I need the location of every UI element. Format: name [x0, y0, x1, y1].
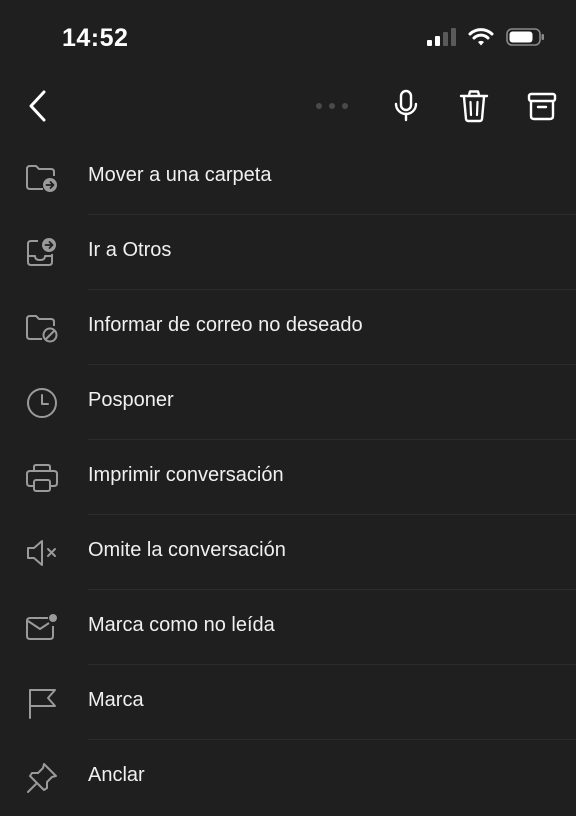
- folder-move-icon: [24, 160, 60, 196]
- inbox-move-icon: [24, 235, 60, 271]
- menu-item-label: Marca: [88, 689, 144, 711]
- status-bar: 14:52: [0, 0, 576, 78]
- menu-item-mark-unread[interactable]: Marca como no leída: [0, 590, 576, 665]
- cellular-signal-icon: [426, 27, 456, 47]
- status-icons: [426, 27, 546, 47]
- toolbar: [0, 78, 576, 134]
- menu-item-pin[interactable]: Anclar: [0, 740, 576, 815]
- printer-icon: [24, 460, 60, 496]
- menu-item-label: Mover a una carpeta: [88, 164, 272, 186]
- archive-button[interactable]: [520, 78, 564, 134]
- menu-item-print[interactable]: Imprimir conversación: [0, 440, 576, 515]
- menu-item-label: Anclar: [88, 764, 145, 786]
- menu-item-label: Omite la conversación: [88, 539, 286, 561]
- wifi-icon: [468, 27, 494, 47]
- mail-unread-icon: [24, 610, 60, 646]
- chevron-left-icon: [26, 89, 50, 123]
- delete-button[interactable]: [452, 78, 496, 134]
- sheet-drag-handle[interactable]: [312, 78, 352, 134]
- menu-item-report-junk[interactable]: Informar de correo no deseado: [0, 290, 576, 365]
- menu-item-move-to-folder[interactable]: Mover a una carpeta: [0, 140, 576, 215]
- menu-item-label: Marca como no leída: [88, 614, 275, 636]
- menu-item-label: Ir a Otros: [88, 239, 172, 261]
- archive-icon: [527, 91, 557, 121]
- folder-block-icon: [24, 310, 60, 346]
- speaker-mute-icon: [24, 535, 60, 571]
- menu-item-label: Informar de correo no deseado: [88, 314, 363, 336]
- back-button[interactable]: [16, 78, 60, 134]
- more-dots-icon: [315, 102, 349, 110]
- trash-icon: [459, 89, 489, 123]
- action-menu: Mover a una carpeta Ir a Otros Informar …: [0, 140, 576, 815]
- menu-item-snooze[interactable]: Posponer: [0, 365, 576, 440]
- dictate-button[interactable]: [384, 78, 428, 134]
- microphone-icon: [393, 89, 419, 123]
- menu-item-go-to-other[interactable]: Ir a Otros: [0, 215, 576, 290]
- clock-icon: [24, 385, 60, 421]
- menu-item-label: Posponer: [88, 389, 174, 411]
- menu-item-ignore-conversation[interactable]: Omite la conversación: [0, 515, 576, 590]
- pin-icon: [24, 760, 60, 796]
- status-time: 14:52: [62, 24, 129, 52]
- battery-icon: [506, 27, 546, 47]
- menu-item-label: Imprimir conversación: [88, 464, 284, 486]
- menu-item-flag[interactable]: Marca: [0, 665, 576, 740]
- flag-icon: [24, 685, 60, 721]
